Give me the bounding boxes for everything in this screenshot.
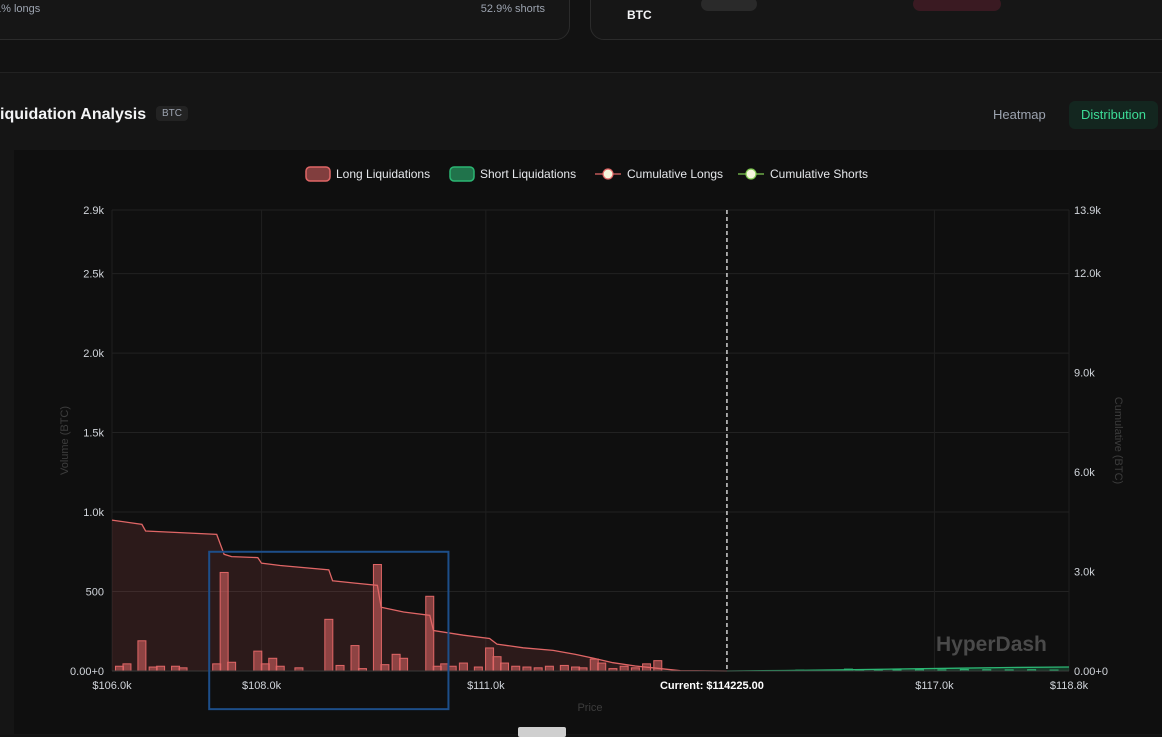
resize-handle[interactable] xyxy=(518,727,566,737)
long-liquidation-bar xyxy=(619,665,629,672)
long-liquidation-bar xyxy=(500,662,510,672)
y-tick-label: 1.0k xyxy=(83,507,104,519)
x-tick-label: $118.8k xyxy=(1050,680,1089,692)
long-liquidation-bar xyxy=(642,663,652,672)
y-tick-label: 0.00+0 xyxy=(70,666,104,678)
long-liquidation-bar xyxy=(571,666,581,672)
long-liquidation-bar xyxy=(275,665,285,672)
legend-marker-cum-longs xyxy=(602,168,614,180)
y-axis-title: Volume (BTC) xyxy=(59,406,71,475)
long-liquidation-bar xyxy=(511,665,521,672)
long-liquidation-bar xyxy=(114,665,124,672)
long-liquidation-bar xyxy=(335,664,345,672)
long-liquidation-bar xyxy=(350,645,360,672)
y-tick-label: 2.0k xyxy=(83,348,104,360)
tab-distribution[interactable]: Distribution xyxy=(1069,101,1159,129)
legend-swatch-short xyxy=(449,166,475,182)
y2-tick-label: 3.0k xyxy=(1074,567,1095,579)
y-tick-label: 1.5k xyxy=(83,428,104,440)
shorts-percent-text: 52.9% shorts xyxy=(480,3,545,15)
long-liquidation-bar xyxy=(372,563,382,672)
long-liquidation-bar xyxy=(219,571,229,672)
legend-label: Cumulative Longs xyxy=(627,167,723,181)
long-liquidation-bar xyxy=(260,663,270,672)
long-liquidation-bar xyxy=(522,666,532,672)
long-liquidation-bar xyxy=(253,650,263,672)
long-liquidation-bar xyxy=(458,662,468,672)
y2-tick-label: 13.9k xyxy=(1074,205,1101,217)
section-title: iquidation Analysis xyxy=(0,106,147,123)
y2-tick-label: 9.0k xyxy=(1074,368,1095,380)
position-card-right: BTC xyxy=(590,0,1162,40)
long-liquidation-bar xyxy=(380,664,390,672)
long-liquidation-bar xyxy=(589,658,599,672)
summary-card-left: 1% longs 52.9% shorts xyxy=(0,0,570,40)
y2-axis-title: Cumulative (BTC) xyxy=(1112,397,1124,484)
long-liquidation-bar xyxy=(171,665,181,672)
long-liquidation-bar xyxy=(492,656,502,672)
long-liquidation-bar xyxy=(212,663,222,672)
legend-marker-cum-shorts xyxy=(745,168,757,180)
long-liquidation-bar xyxy=(156,665,166,672)
y2-tick-label: 6.0k xyxy=(1074,467,1095,479)
asset-symbol: BTC xyxy=(627,8,652,22)
x-tick-label: $106.0k xyxy=(92,680,132,692)
long-liquidation-bar xyxy=(122,663,132,672)
x-tick-label: $111.0k xyxy=(467,680,505,692)
x-tick-label: $108.0k xyxy=(242,680,282,692)
liq-price-pill xyxy=(913,0,1001,11)
long-liquidation-bar xyxy=(324,618,334,672)
liquidation-distribution-chart: Long Liquidations Short Liquidations Cumul… xyxy=(59,166,1124,714)
cumulative-longs-area xyxy=(112,520,727,671)
long-liquidation-bar xyxy=(544,665,554,672)
current-price-label: Current: $114225.00 xyxy=(660,680,764,692)
chart-panel: Long Liquidations Short Liquidations Cumul… xyxy=(14,150,1162,734)
legend-swatch-long xyxy=(305,166,331,182)
long-liquidation-bar xyxy=(268,657,278,672)
asset-badge: BTC xyxy=(156,106,188,121)
long-liquidation-bar xyxy=(485,647,495,672)
y-tick-label: 500 xyxy=(86,587,104,599)
long-liquidation-bar xyxy=(473,666,483,672)
tab-heatmap[interactable]: Heatmap xyxy=(981,101,1058,129)
y-tick-label: 2.9k xyxy=(83,205,104,217)
long-liquidation-bar xyxy=(653,660,663,672)
long-liquidation-bar xyxy=(432,665,442,672)
y2-tick-label: 12.0k xyxy=(1074,268,1101,280)
long-liquidation-bar xyxy=(148,666,158,672)
y-tick-label: 2.5k xyxy=(83,269,104,281)
size-pill xyxy=(701,0,757,11)
legend-label: Long Liquidations xyxy=(336,167,430,181)
x-tick-label: $117.0k xyxy=(915,680,954,692)
y2-tick-label: 0.00+0 xyxy=(1074,666,1108,678)
legend-label: Cumulative Shorts xyxy=(770,167,868,181)
long-liquidation-bar xyxy=(137,640,147,672)
legend-label: Short Liquidations xyxy=(480,167,576,181)
long-liquidation-bar xyxy=(597,662,607,672)
long-liquidation-bar xyxy=(391,653,401,672)
long-liquidation-bar xyxy=(399,657,409,672)
watermark-text: HyperDash xyxy=(936,633,1047,656)
x-axis-title: Price xyxy=(577,702,602,714)
longs-percent-text: 1% longs xyxy=(0,3,41,15)
long-liquidation-bar xyxy=(559,664,569,672)
long-liquidation-bar xyxy=(227,661,237,672)
long-liquidation-bar xyxy=(425,595,435,672)
